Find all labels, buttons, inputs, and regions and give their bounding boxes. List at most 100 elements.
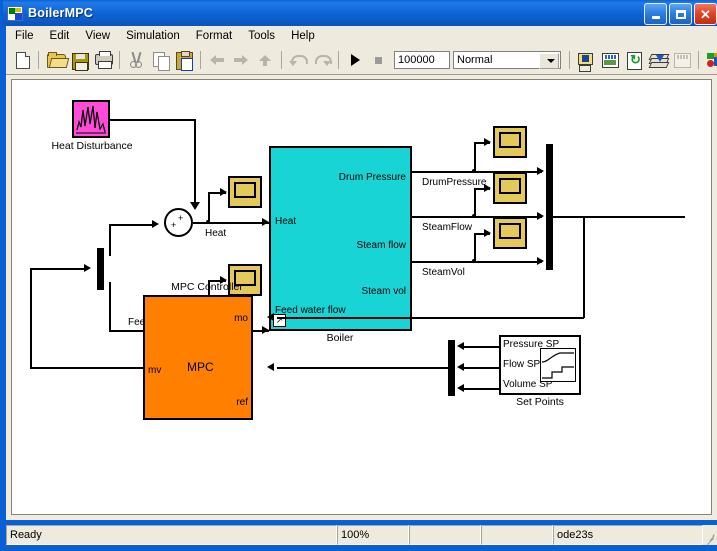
menu-tools[interactable]: Tools — [241, 29, 282, 43]
save-model-icon[interactable] — [68, 49, 90, 71]
status-zoom-level: 100% — [337, 525, 409, 545]
status-field-c — [481, 525, 553, 545]
block-heat-disturbance[interactable] — [72, 100, 110, 138]
boiler-output-drum-pressure-label: Drum Pressure — [338, 172, 406, 183]
arrow-sf-scope-in — [484, 184, 491, 192]
model-explorer-icon[interactable] — [704, 49, 717, 71]
block-mpc-controller[interactable]: mv mo ref MPC — [143, 295, 253, 420]
library-browser-icon[interactable] — [647, 49, 670, 71]
block-mux-right[interactable] — [546, 144, 553, 270]
arrow-boiler-feedwater-in — [262, 326, 269, 334]
boiler-output-steam-vol-label: Steam vol — [361, 286, 406, 297]
print-icon[interactable] — [92, 49, 114, 71]
back-icon[interactable] — [206, 49, 228, 71]
up-to-parent-icon[interactable] — [254, 49, 276, 71]
arrow-into-sum-top — [190, 202, 200, 210]
wire-mux-out-v — [583, 216, 585, 318]
block-label-set-points: Set Points — [516, 396, 564, 408]
block-scope-steam-vol[interactable] — [493, 217, 527, 249]
block-label-heat-disturbance: Heat Disturbance — [51, 140, 133, 152]
block-boiler[interactable]: Heat Feed water flow Drum Pressure Steam… — [269, 146, 412, 331]
wire-heat-scope-v — [208, 192, 210, 222]
simulation-mode-value: Normal — [457, 53, 493, 66]
status-bar: Ready 100% ode23s — [6, 525, 717, 546]
toggle-grid-icon[interactable] — [671, 49, 693, 71]
wire-sf-scope-v — [474, 188, 476, 217]
arrow-mpc-mo-in — [267, 313, 274, 321]
maximize-button[interactable] — [669, 3, 692, 25]
wire-mux-out-h — [553, 216, 685, 218]
wire-demux-top-h — [109, 224, 156, 226]
open-model-icon[interactable] — [44, 49, 66, 71]
subsystem-link-icon: ↗ — [273, 314, 286, 327]
cut-icon[interactable] — [125, 49, 147, 71]
toolbar-separator — [698, 50, 699, 69]
block-set-points[interactable]: Pressure SP Flow SP Volume SP — [499, 335, 581, 395]
copy-icon[interactable] — [149, 49, 171, 71]
setpoint-label-flow: Flow SP — [503, 359, 541, 370]
stop-simulation-icon[interactable] — [368, 49, 390, 71]
block-demux-left[interactable] — [97, 248, 104, 290]
arrow-mux-in-3 — [537, 257, 544, 265]
arrow-sv-scope-in — [484, 229, 491, 237]
canvas-area: Heat Disturbance + + Heat Heat Feed wate… — [6, 75, 717, 520]
block-scope-heat[interactable] — [228, 176, 262, 208]
start-simulation-icon[interactable] — [344, 49, 366, 71]
block-mux-setpoints[interactable] — [448, 340, 455, 396]
update-diagram-icon[interactable] — [623, 49, 645, 71]
arrow-heat-scope-in — [220, 188, 227, 196]
simulation-mode-select[interactable]: Normal — [453, 50, 561, 69]
signal-label-steamflow: SteamFlow — [422, 222, 473, 233]
arrow-dp-scope-in — [484, 138, 491, 146]
block-label-boiler: Boiler — [326, 332, 354, 344]
new-model-icon[interactable] — [11, 49, 33, 71]
menu-format[interactable]: Format — [189, 29, 239, 43]
wire-mpc-mv-out-v — [30, 268, 32, 368]
wire-hd-down — [194, 119, 196, 206]
menu-view[interactable]: View — [78, 29, 117, 43]
chevron-down-icon[interactable] — [539, 52, 559, 69]
build-model-icon[interactable] — [575, 49, 597, 72]
minimize-button[interactable] — [644, 3, 667, 25]
simulink-icon — [7, 5, 23, 21]
wire-sum-to-boiler-heat — [193, 222, 269, 224]
status-message: Ready — [6, 525, 337, 545]
paste-icon[interactable] — [173, 49, 195, 71]
arrow-mpc-ref-in — [267, 363, 274, 371]
toolbar-separator — [338, 50, 339, 69]
signal-builder-waveform-icon — [76, 105, 106, 134]
debugger-icon[interactable] — [599, 49, 621, 71]
setpoints-waveform-icon — [540, 348, 576, 382]
menu-help[interactable]: Help — [284, 29, 322, 43]
mpc-body-text: MPC — [187, 360, 214, 374]
block-label-mpc-controller: MPC Controller — [171, 281, 243, 293]
close-button[interactable]: ✕ — [694, 3, 717, 25]
arrow-boiler-heat-in — [262, 218, 269, 226]
boiler-output-steam-flow-label: Steam flow — [356, 240, 406, 251]
menu-file[interactable]: File — [8, 29, 41, 43]
block-scope-steam-flow[interactable] — [493, 172, 527, 204]
menu-edit[interactable]: Edit — [43, 29, 77, 43]
wire-steamvol-h — [412, 261, 542, 263]
forward-icon[interactable] — [230, 49, 252, 71]
toolbar-separator — [200, 50, 201, 69]
simulation-stop-time-input[interactable]: 100000 — [394, 50, 450, 69]
undo-icon[interactable] — [287, 49, 309, 71]
resize-grip[interactable] — [703, 525, 717, 546]
window-controls: ✕ — [644, 3, 717, 25]
sum-sign-plus-left: + — [171, 220, 177, 230]
wire-sp2 — [464, 367, 500, 369]
wire-demux-bot-v — [109, 282, 111, 332]
menu-simulation[interactable]: Simulation — [119, 29, 187, 43]
simulink-model-window: Boiler MPC ✕ File Edit View Simulation Fo… — [0, 0, 717, 551]
block-scope-drum-pressure[interactable] — [493, 126, 527, 158]
status-solver: ode23s — [553, 525, 703, 545]
redo-icon[interactable] — [311, 49, 333, 71]
signal-label-steamvol: SteamVol — [422, 267, 465, 278]
status-field-b — [409, 525, 481, 545]
boiler-input-heat-label: Heat — [275, 216, 297, 227]
model-canvas[interactable]: Heat Disturbance + + Heat Heat Feed wate… — [11, 79, 712, 515]
arrow-mux-in-2 — [537, 212, 544, 220]
wire-sp3 — [464, 388, 500, 390]
block-sum[interactable]: + + — [164, 208, 193, 237]
